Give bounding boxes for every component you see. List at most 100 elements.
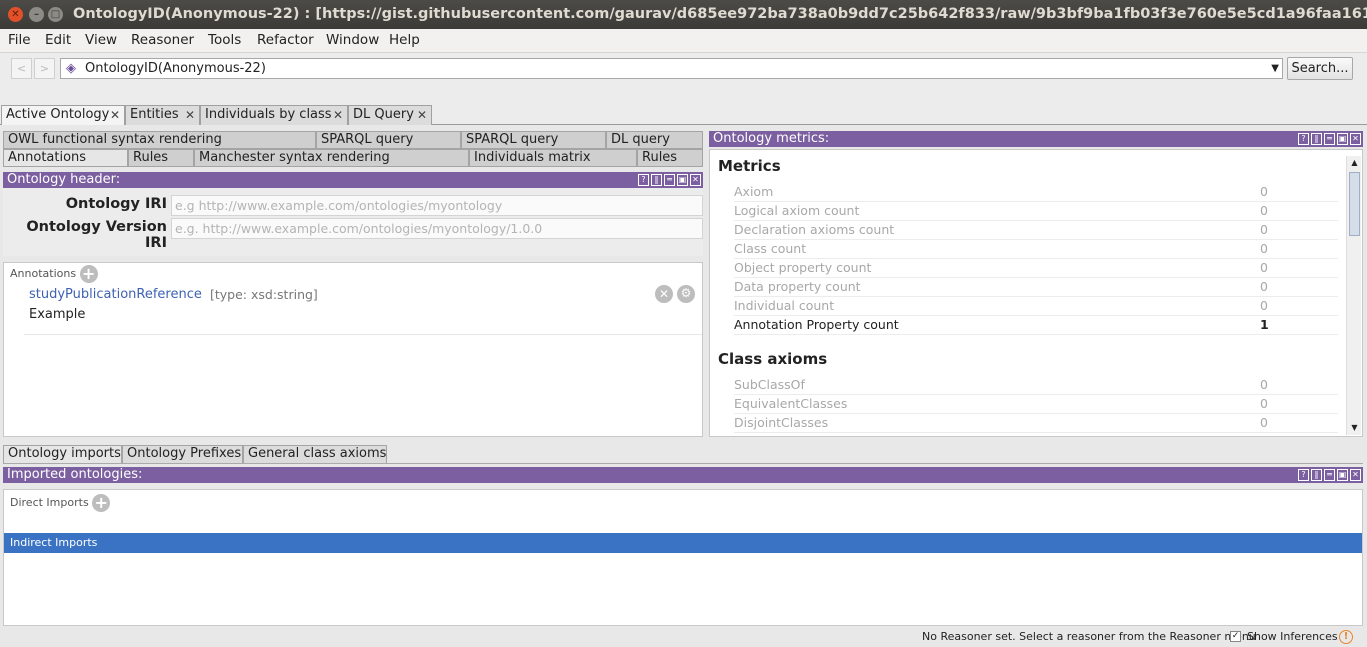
subtab-sparql-1[interactable]: SPARQL query <box>316 131 461 149</box>
ontology-diamond-icon: ◈ <box>66 61 76 76</box>
close-view-icon[interactable]: ✕ <box>690 174 701 186</box>
direct-imports-header: Direct Imports + <box>10 494 111 512</box>
maximize-window-icon[interactable]: □ <box>48 7 63 22</box>
tab-dl-query[interactable]: DL Query ✕ <box>348 105 432 125</box>
subtab-owl-functional[interactable]: OWL functional syntax rendering <box>3 131 316 149</box>
ontology-version-iri-field[interactable]: e.g. http://www.example.com/ontologies/m… <box>171 218 703 239</box>
tab-active-ontology[interactable]: Active Ontology ✕ <box>1 105 125 125</box>
add-annotation-icon[interactable]: + <box>79 265 98 283</box>
metric-label: Annotation Property count <box>734 317 899 332</box>
imports-panel: Direct Imports + Indirect Imports <box>3 489 1363 626</box>
close-tab-icon[interactable]: ✕ <box>185 106 195 124</box>
tab-label: DL Query <box>353 107 414 122</box>
active-ontology-select[interactable]: ◈ OntologyID(Anonymous-22) ▼ <box>60 58 1283 79</box>
metric-label: DisjointClasses <box>734 415 829 430</box>
scroll-up-icon[interactable]: ▲ <box>1348 156 1361 169</box>
split-horizontal-icon[interactable]: ═ <box>664 174 675 186</box>
back-button[interactable]: < <box>11 58 32 79</box>
close-tab-icon[interactable]: ✕ <box>333 106 343 124</box>
tab-ontology-imports[interactable]: Ontology imports <box>3 445 122 464</box>
close-window-icon[interactable]: ✕ <box>8 7 23 22</box>
menu-help[interactable]: Help <box>389 29 420 53</box>
subtab-dl-query[interactable]: DL query <box>606 131 703 149</box>
annotations-panel: Annotations + studyPublicationReference … <box>3 262 703 437</box>
metric-row-individual: Individual count 0 <box>734 297 1338 316</box>
metric-label: Class count <box>734 241 807 256</box>
class-axioms-section-title: Class axioms <box>718 350 828 368</box>
float-view-icon[interactable]: ▣ <box>1337 469 1348 481</box>
metric-label: Declaration axioms count <box>734 222 895 237</box>
help-icon[interactable]: ? <box>638 174 649 186</box>
close-tab-icon[interactable]: ✕ <box>417 106 427 124</box>
tab-divider <box>3 463 1363 464</box>
subtab-sparql-2[interactable]: SPARQL query <box>461 131 606 149</box>
tab-label: Individuals by class <box>205 107 332 122</box>
scroll-thumb[interactable] <box>1349 172 1360 236</box>
metric-row-disjointclasses: DisjointClasses 0 <box>734 414 1338 433</box>
subtab-rules-2[interactable]: Rules <box>637 149 703 167</box>
metric-label: Data property count <box>734 279 861 294</box>
metrics-panel: Metrics Axiom 0 Logical axiom count 0 Decl… <box>709 149 1363 437</box>
subtab-manchester[interactable]: Manchester syntax rendering <box>194 149 469 167</box>
ontology-iri-form: Ontology IRI e.g http://www.example.com/… <box>3 188 703 256</box>
split-horizontal-icon[interactable]: ═ <box>1324 133 1335 145</box>
metric-value: 0 <box>1260 241 1268 256</box>
close-view-icon[interactable]: ✕ <box>1350 469 1361 481</box>
show-inferences-checkbox[interactable]: ✓ <box>1230 631 1241 642</box>
subtab-individuals-matrix[interactable]: Individuals matrix <box>469 149 637 167</box>
search-button[interactable]: Search... <box>1287 57 1353 80</box>
tab-ontology-prefixes[interactable]: Ontology Prefixes <box>122 445 243 464</box>
help-icon[interactable]: ? <box>1298 133 1309 145</box>
float-view-icon[interactable]: ▣ <box>1337 133 1348 145</box>
metric-value: 0 <box>1260 415 1268 430</box>
close-view-icon[interactable]: ✕ <box>1350 133 1361 145</box>
menu-bar: File Edit View Reasoner Tools Refactor W… <box>0 29 1367 53</box>
metric-value: 1 <box>1260 317 1269 332</box>
metric-label: SubClassOf <box>734 377 805 392</box>
help-icon[interactable]: ? <box>1298 469 1309 481</box>
annotation-row[interactable]: studyPublicationReference [type: xsd:str… <box>24 285 702 335</box>
scroll-down-icon[interactable]: ▼ <box>1348 421 1361 434</box>
add-import-icon[interactable]: + <box>92 494 111 512</box>
subtab-rules-1[interactable]: Rules <box>128 149 194 167</box>
menu-refactor[interactable]: Refactor <box>257 29 314 53</box>
annotations-label: Annotations <box>10 267 77 280</box>
subtab-annotations[interactable]: Annotations <box>3 149 128 167</box>
workspace-tabs: Active Ontology ✕ Entities ✕ Individuals b… <box>0 105 1367 125</box>
warning-icon[interactable]: ! <box>1339 630 1353 644</box>
ontology-version-iri-label: Ontology Version IRI <box>26 219 167 251</box>
annotation-property[interactable]: studyPublicationReference <box>29 287 202 302</box>
close-tab-icon[interactable]: ✕ <box>110 106 120 124</box>
float-view-icon[interactable]: ▣ <box>677 174 688 186</box>
view-controls: ? ‖ ═ ▣ ✕ <box>1298 469 1361 481</box>
annotation-type: [type: xsd:string] <box>210 287 318 302</box>
metrics-scrollbar[interactable]: ▲ ▼ <box>1346 156 1361 435</box>
split-vertical-icon[interactable]: ‖ <box>1311 133 1322 145</box>
split-vertical-icon[interactable]: ‖ <box>1311 469 1322 481</box>
metric-value: 0 <box>1260 396 1268 411</box>
split-vertical-icon[interactable]: ‖ <box>651 174 662 186</box>
view-title: Imported ontologies: <box>7 467 143 482</box>
tab-general-class-axioms[interactable]: General class axioms <box>243 445 387 464</box>
metric-row-annotation-property: Annotation Property count 1 <box>734 316 1338 335</box>
view-controls: ? ‖ ═ ▣ ✕ <box>638 174 701 186</box>
edit-annotation-icon[interactable]: ⚙ <box>677 285 695 303</box>
menu-edit[interactable]: Edit <box>45 29 71 53</box>
tab-entities[interactable]: Entities ✕ <box>125 105 200 125</box>
forward-button[interactable]: > <box>34 58 55 79</box>
view-title: Ontology metrics: <box>713 131 830 146</box>
delete-annotation-icon[interactable]: ✕ <box>655 285 673 303</box>
minimize-window-icon[interactable]: – <box>29 7 44 22</box>
menu-file[interactable]: File <box>8 29 31 53</box>
indirect-imports-row[interactable]: Indirect Imports <box>4 533 1362 553</box>
reasoner-status-text: No Reasoner set. Select a reasoner from … <box>922 630 1256 643</box>
menu-view[interactable]: View <box>85 29 117 53</box>
ontology-iri-field[interactable]: e.g http://www.example.com/ontologies/my… <box>171 195 703 216</box>
split-horizontal-icon[interactable]: ═ <box>1324 469 1335 481</box>
menu-tools[interactable]: Tools <box>208 29 241 53</box>
menu-reasoner[interactable]: Reasoner <box>131 29 194 53</box>
annotations-header: Annotations + <box>10 265 98 283</box>
tab-individuals-by-class[interactable]: Individuals by class ✕ <box>200 105 348 125</box>
menu-window[interactable]: Window <box>326 29 379 53</box>
status-bar: No Reasoner set. Select a reasoner from … <box>0 627 1367 647</box>
